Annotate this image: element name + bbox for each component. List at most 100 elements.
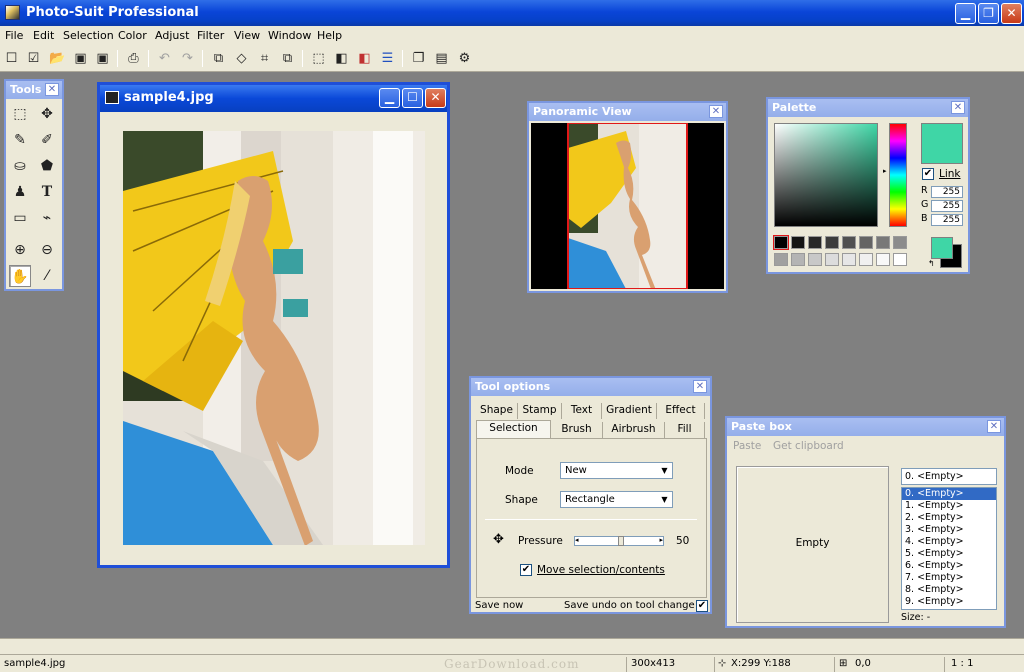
- tab-text[interactable]: Text: [562, 403, 602, 419]
- move-selection-checkbox[interactable]: ✔: [520, 564, 532, 576]
- palette-swatch[interactable]: [876, 253, 890, 266]
- select-all-icon[interactable]: ⬚: [310, 50, 327, 67]
- palette-swatch[interactable]: [842, 253, 856, 266]
- restore-button[interactable]: ❐: [978, 3, 999, 24]
- shape-icon[interactable]: ⬟: [36, 155, 58, 177]
- channels-icon[interactable]: ☰: [379, 50, 396, 67]
- palette-swatch[interactable]: [876, 236, 890, 249]
- palette-swatch[interactable]: [842, 236, 856, 249]
- list-item[interactable]: 7. <Empty>: [902, 572, 996, 584]
- tab-airbrush[interactable]: Airbrush: [603, 422, 665, 438]
- paste-slot-list[interactable]: 0. <Empty> 1. <Empty> 2. <Empty> 3. <Empty>…: [901, 487, 997, 610]
- red-value-field[interactable]: 255: [931, 186, 963, 198]
- close-icon[interactable]: ✕: [951, 101, 965, 114]
- menu-color[interactable]: Color: [118, 29, 147, 42]
- palette-swatch[interactable]: [774, 253, 788, 266]
- pressure-slider[interactable]: ◂ ▸: [574, 536, 664, 546]
- list-item[interactable]: 5. <Empty>: [902, 548, 996, 560]
- zoom-out-icon[interactable]: ⊖: [36, 239, 58, 261]
- palette-swatch[interactable]: [791, 236, 805, 249]
- tab-effect[interactable]: Effect: [657, 403, 705, 419]
- list-item[interactable]: 8. <Empty>: [902, 584, 996, 596]
- text-icon[interactable]: T: [36, 181, 58, 203]
- slider-left-arrow-icon[interactable]: ◂: [575, 536, 579, 544]
- paste-slot-field[interactable]: 0. <Empty>: [901, 468, 997, 485]
- list-item[interactable]: 3. <Empty>: [902, 524, 996, 536]
- close-button[interactable]: ✕: [425, 88, 446, 108]
- maximize-button[interactable]: ☐: [402, 88, 423, 108]
- pencil-icon[interactable]: ✎: [9, 129, 31, 151]
- palette-swatch[interactable]: [773, 235, 789, 250]
- pressure-slider-thumb[interactable]: [618, 536, 624, 546]
- menu-filter[interactable]: Filter: [197, 29, 224, 42]
- zoom-in-icon[interactable]: ⊕: [9, 239, 31, 261]
- tab-selection[interactable]: Selection: [476, 420, 551, 438]
- shape-select[interactable]: Rectangle ▼: [560, 491, 673, 508]
- color-fill-icon[interactable]: ◧: [356, 50, 373, 67]
- print-icon[interactable]: ⎙: [125, 50, 142, 67]
- list-item[interactable]: 4. <Empty>: [902, 536, 996, 548]
- properties-icon[interactable]: ▤: [433, 50, 450, 67]
- menu-view[interactable]: View: [234, 29, 260, 42]
- close-button[interactable]: ✕: [1001, 3, 1022, 24]
- save-all-icon[interactable]: ▣: [94, 50, 111, 67]
- redo-icon[interactable]: ↷: [179, 50, 196, 67]
- check-icon[interactable]: ☑: [25, 50, 42, 67]
- color-picker-field[interactable]: [774, 123, 878, 227]
- tab-shape[interactable]: Shape: [476, 403, 518, 419]
- undo-icon[interactable]: ↶: [156, 50, 173, 67]
- palette-swatch[interactable]: [808, 236, 822, 249]
- tab-brush[interactable]: Brush: [551, 422, 603, 438]
- save-undo-checkbox[interactable]: ✔: [696, 600, 708, 612]
- link-checkbox[interactable]: ✔: [922, 168, 934, 180]
- tab-fill[interactable]: Fill: [665, 422, 705, 438]
- list-item[interactable]: 6. <Empty>: [902, 560, 996, 572]
- menu-window[interactable]: Window: [268, 29, 311, 42]
- list-item[interactable]: 9. <Empty>: [902, 596, 996, 608]
- palette-swatch[interactable]: [893, 253, 907, 266]
- close-icon[interactable]: ✕: [45, 83, 59, 96]
- hue-slider[interactable]: [889, 123, 907, 227]
- palette-swatch[interactable]: [808, 253, 822, 266]
- crop-icon[interactable]: ⌗: [256, 50, 273, 67]
- stamp-icon[interactable]: ♟: [9, 181, 31, 203]
- palette-swatch[interactable]: [893, 236, 907, 249]
- gradient-icon[interactable]: ▭: [9, 207, 31, 229]
- menu-adjust[interactable]: Adjust: [155, 29, 189, 42]
- paste-icon[interactable]: ◇: [233, 50, 250, 67]
- close-icon[interactable]: ✕: [709, 105, 723, 118]
- hand-icon[interactable]: ✋: [9, 265, 31, 287]
- menu-edit[interactable]: Edit: [33, 29, 54, 42]
- brush-icon[interactable]: ✐: [36, 129, 58, 151]
- eyedropper-icon[interactable]: ⁄: [36, 265, 58, 287]
- deselect-icon[interactable]: ◧: [333, 50, 350, 67]
- new-icon[interactable]: ☐: [3, 50, 20, 67]
- blue-value-field[interactable]: 255: [931, 214, 963, 226]
- tab-gradient[interactable]: Gradient: [602, 403, 657, 419]
- palette-swatch[interactable]: [791, 253, 805, 266]
- document-canvas[interactable]: [123, 131, 425, 545]
- list-item[interactable]: 2. <Empty>: [902, 512, 996, 524]
- copy-icon[interactable]: ⧉: [210, 50, 227, 67]
- palette-swatch[interactable]: [859, 236, 873, 249]
- menu-help[interactable]: Help: [317, 29, 342, 42]
- layers-icon[interactable]: ❐: [410, 50, 427, 67]
- workspace-scrollbar[interactable]: [0, 638, 1024, 654]
- mode-select[interactable]: New ▼: [560, 462, 673, 479]
- paste-button[interactable]: Paste: [733, 440, 761, 452]
- palette-swatch[interactable]: [825, 236, 839, 249]
- palette-swatch[interactable]: [859, 253, 873, 266]
- close-icon[interactable]: ✕: [987, 420, 1001, 433]
- get-clipboard-button[interactable]: Get clipboard: [773, 440, 844, 452]
- menu-file[interactable]: File: [5, 29, 23, 42]
- rect-select-icon[interactable]: ⬚: [9, 103, 31, 125]
- list-item[interactable]: 0. <Empty>: [902, 488, 996, 500]
- foreground-color-swatch[interactable]: [931, 237, 953, 259]
- save-icon[interactable]: ▣: [72, 50, 89, 67]
- fill-bucket-icon[interactable]: ⛀: [9, 155, 31, 177]
- move-icon[interactable]: ✥: [36, 103, 58, 125]
- swap-colors-icon[interactable]: ↰: [928, 259, 935, 268]
- duplicate-icon[interactable]: ⧉: [279, 50, 296, 67]
- minimize-button[interactable]: ▁: [379, 88, 400, 108]
- palette-swatch[interactable]: [825, 253, 839, 266]
